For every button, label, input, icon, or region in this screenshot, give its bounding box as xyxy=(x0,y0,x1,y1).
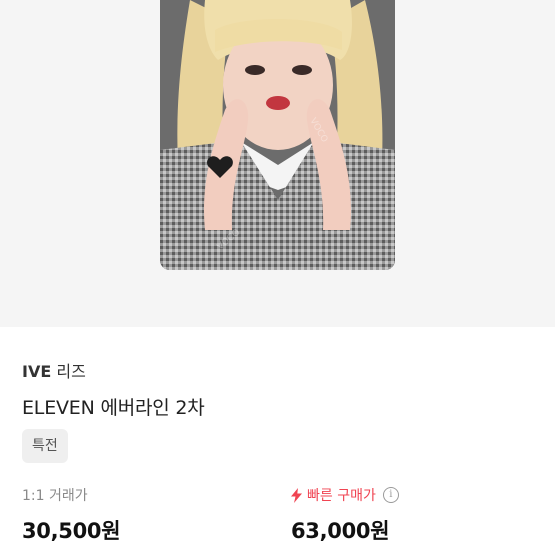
artist-name[interactable]: IVE 리즈 xyxy=(22,358,86,382)
trade-price-label: 1:1 거래가 xyxy=(22,485,120,505)
fast-buy-price-value: 63,000원 xyxy=(291,519,390,543)
product-title: ELEVEN 에버라인 2차 xyxy=(22,397,205,419)
artist-member: 리즈 xyxy=(56,362,86,381)
product-image-area[interactable]: VOCO VOCO xyxy=(0,0,555,327)
trade-price-block[interactable]: 1:1 거래가 30,500원 xyxy=(22,485,121,545)
fast-buy-price-block[interactable]: 빠른 구매가 i 63,000원 xyxy=(291,485,399,545)
photocard-illustration: VOCO VOCO xyxy=(160,0,395,270)
fast-buy-price-label: 빠른 구매가 i xyxy=(291,485,399,505)
product-photocard-image[interactable]: VOCO VOCO xyxy=(160,0,395,270)
fast-buy-price-label-text: 빠른 구매가 xyxy=(307,488,376,504)
bolt-icon xyxy=(291,487,302,503)
info-icon[interactable]: i xyxy=(382,487,399,503)
product-info: IVE 리즈 ELEVEN 에버라인 2차 특전 1:1 거래가 30,500원… xyxy=(22,327,533,555)
benefit-tag: 특전 xyxy=(22,429,68,463)
trade-price-label-text: 1:1 거래가 xyxy=(22,488,88,504)
artist-group: IVE xyxy=(22,362,52,381)
trade-price-value: 30,500원 xyxy=(22,519,121,543)
